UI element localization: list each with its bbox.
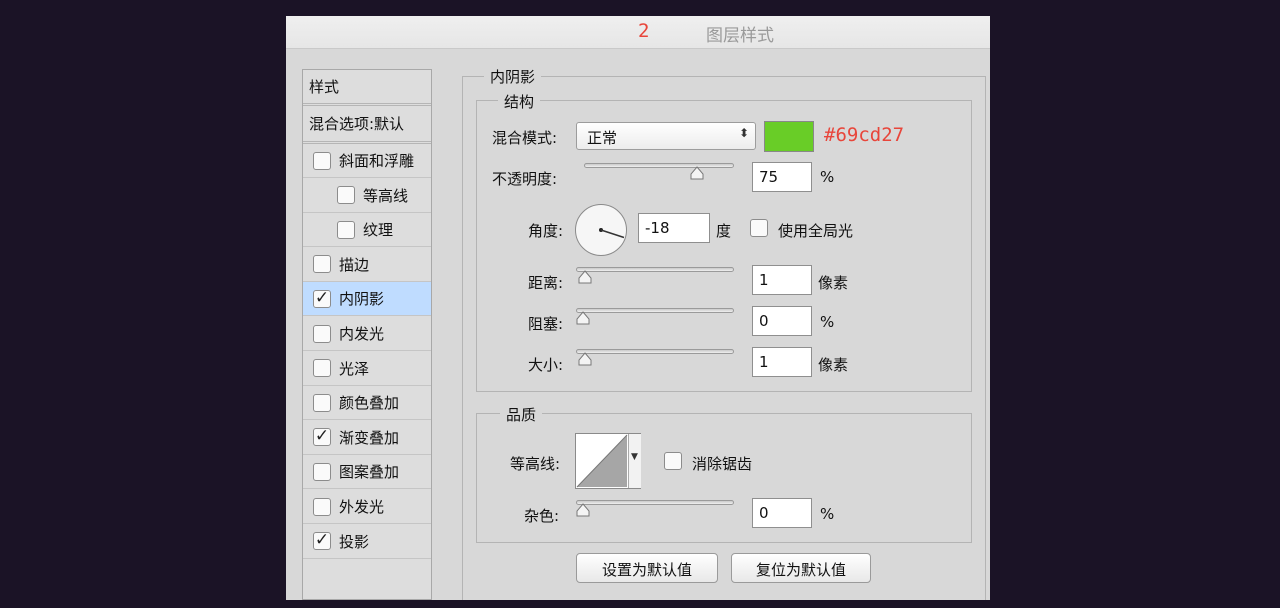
size-label: 大小: bbox=[528, 356, 564, 374]
checkbox[interactable] bbox=[313, 359, 331, 378]
checkmark-icon[interactable]: ✓ bbox=[313, 428, 331, 447]
distance-input[interactable]: 1 bbox=[752, 265, 812, 295]
noise-unit: % bbox=[820, 505, 835, 523]
angle-input[interactable]: -18 bbox=[638, 213, 710, 243]
style-list: 样式 混合选项:默认 斜面和浮雕等高线纹理描边 ✓ 内阴影内发光光泽颜色叠加 ✓ 渐变叠… bbox=[302, 69, 432, 600]
layer-style-dialog: 2 图层样式 样式 混合选项:默认 斜面和浮雕等高线纹理描边 ✓ 内阴影内发光光泽颜… bbox=[286, 16, 990, 600]
structure-legend: 结构 bbox=[498, 91, 541, 112]
style-item[interactable]: 图案叠加 bbox=[303, 455, 431, 490]
distance-label: 距离: bbox=[528, 274, 564, 292]
checkbox[interactable] bbox=[313, 462, 331, 481]
noise-slider[interactable] bbox=[576, 500, 734, 505]
opacity-input[interactable]: 75 bbox=[752, 162, 812, 192]
style-item[interactable]: ✓ 投影 bbox=[303, 525, 431, 559]
global-light-label: 使用全局光 bbox=[778, 222, 854, 240]
contour-label: 等高线: bbox=[510, 455, 561, 473]
shadow-color-swatch[interactable] bbox=[764, 121, 814, 152]
size-slider[interactable] bbox=[576, 349, 734, 354]
set-default-button[interactable]: 设置为默认值 bbox=[576, 553, 718, 583]
style-item-label: 颜色叠加 bbox=[339, 394, 400, 413]
style-item-label: 投影 bbox=[339, 532, 370, 551]
style-list-header: 样式 bbox=[303, 70, 431, 106]
choke-slider[interactable] bbox=[576, 308, 734, 313]
color-hex-annotation: #69cd27 bbox=[824, 124, 905, 146]
style-item-label: 内发光 bbox=[339, 325, 385, 343]
style-item-label: 外发光 bbox=[339, 498, 385, 516]
noise-input[interactable]: 0 bbox=[752, 498, 812, 528]
style-item-label: 图案叠加 bbox=[339, 463, 400, 482]
choke-unit: % bbox=[820, 313, 835, 331]
size-input[interactable]: 1 bbox=[752, 347, 812, 377]
style-item[interactable]: 纹理 bbox=[303, 213, 431, 248]
checkmark-icon[interactable]: ✓ bbox=[313, 532, 331, 551]
dialog-title: 图层样式 bbox=[706, 26, 774, 46]
style-item[interactable]: 内发光 bbox=[303, 317, 431, 351]
size-unit: 像素 bbox=[818, 356, 849, 374]
style-item[interactable]: 外发光 bbox=[303, 490, 431, 524]
dropdown-arrow-icon: ▼ bbox=[631, 452, 638, 462]
distance-slider[interactable] bbox=[576, 267, 734, 272]
style-item[interactable]: 等高线 bbox=[303, 179, 431, 213]
style-item[interactable]: 颜色叠加 bbox=[303, 386, 431, 421]
noise-label: 杂色: bbox=[524, 507, 560, 525]
blend-mode-label: 混合模式: bbox=[492, 129, 558, 147]
opacity-slider[interactable] bbox=[584, 163, 734, 168]
blending-options-item[interactable]: 混合选项:默认 bbox=[303, 106, 431, 144]
contour-dropdown[interactable]: ▼ bbox=[628, 434, 641, 488]
style-item[interactable]: ✓ 渐变叠加 bbox=[303, 421, 431, 455]
style-item[interactable]: 光泽 bbox=[303, 352, 431, 386]
checkbox[interactable] bbox=[313, 151, 331, 170]
opacity-unit: % bbox=[820, 168, 835, 186]
choke-label: 阻塞: bbox=[528, 315, 564, 333]
blend-mode-value: 正常 bbox=[587, 129, 618, 147]
style-item-label: 等高线 bbox=[363, 186, 409, 205]
angle-unit: 度 bbox=[716, 222, 732, 240]
contour-preview-icon bbox=[576, 434, 628, 488]
blend-mode-select[interactable]: 正常 ⬍ bbox=[576, 122, 756, 150]
quality-legend: 品质 bbox=[500, 404, 543, 425]
global-light-checkbox[interactable] bbox=[750, 219, 768, 237]
checkbox[interactable] bbox=[313, 324, 331, 343]
style-item-label: 描边 bbox=[339, 255, 370, 274]
angle-label: 角度: bbox=[528, 222, 564, 240]
style-item-label: 渐变叠加 bbox=[339, 428, 400, 447]
style-item-label: 内阴影 bbox=[339, 290, 385, 309]
checkmark-icon[interactable]: ✓ bbox=[313, 289, 331, 308]
angle-dial[interactable] bbox=[574, 203, 628, 257]
anti-alias-label: 消除锯齿 bbox=[692, 455, 753, 473]
style-item[interactable]: 斜面和浮雕 bbox=[303, 144, 431, 178]
opacity-label: 不透明度: bbox=[492, 170, 558, 188]
checkbox[interactable] bbox=[313, 497, 331, 516]
title-bar: 2 图层样式 bbox=[286, 16, 990, 49]
checkbox[interactable] bbox=[337, 186, 355, 205]
contour-picker[interactable]: ▼ bbox=[575, 433, 641, 489]
style-item[interactable]: 描边 bbox=[303, 248, 431, 282]
step-number: 2 bbox=[638, 20, 650, 42]
checkbox[interactable] bbox=[313, 393, 331, 412]
style-item-label: 纹理 bbox=[363, 221, 394, 240]
checkbox[interactable] bbox=[337, 220, 355, 239]
checkbox[interactable] bbox=[313, 255, 331, 274]
reset-default-button[interactable]: 复位为默认值 bbox=[731, 553, 871, 583]
anti-alias-checkbox[interactable] bbox=[664, 452, 682, 470]
choke-input[interactable]: 0 bbox=[752, 306, 812, 336]
distance-unit: 像素 bbox=[818, 274, 849, 292]
inner-shadow-title: 内阴影 bbox=[484, 66, 542, 87]
select-arrows-icon: ⬍ bbox=[738, 126, 749, 140]
style-item[interactable]: ✓ 内阴影 bbox=[303, 282, 431, 317]
style-item-label: 光泽 bbox=[339, 359, 370, 378]
style-item-label: 斜面和浮雕 bbox=[339, 152, 415, 170]
